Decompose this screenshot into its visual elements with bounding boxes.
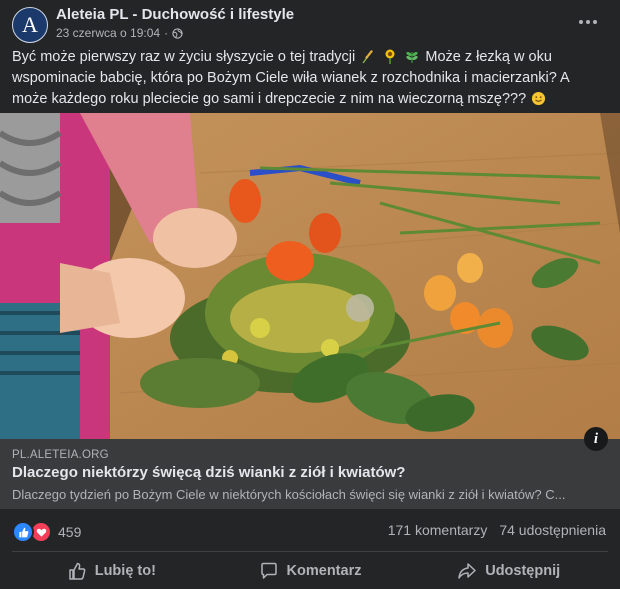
herb-emoji — [406, 51, 419, 63]
comments-count-link[interactable]: 171 komentarzy — [388, 522, 488, 538]
reactions-summary[interactable]: 459 — [12, 521, 81, 543]
link-description: Dlaczego tydzień po Bożym Ciele w niektó… — [12, 487, 566, 502]
like-reaction-icon — [12, 521, 34, 543]
post-text: Być może pierwszy raz w życiu słyszycie … — [12, 47, 608, 110]
more-icon — [579, 20, 583, 24]
wreath-photo — [0, 113, 620, 439]
shares-count-link[interactable]: 74 udostępnienia — [499, 522, 606, 538]
stats-right: 171 komentarzy 74 udostępnienia — [388, 522, 606, 538]
more-icon-dot — [593, 20, 597, 24]
page-name-link[interactable]: Aleteia PL - Duchowość i lifestyle — [56, 6, 294, 23]
comment-icon — [260, 562, 277, 579]
link-preview-card[interactable]: PL.ALETEIA.ORG Dlaczego niektórzy święcą… — [0, 439, 620, 509]
share-icon — [458, 562, 476, 579]
globe-icon — [172, 27, 183, 39]
link-domain: PL.ALETEIA.ORG — [12, 449, 109, 461]
meta-separator: · — [164, 26, 169, 40]
smile-emoji — [532, 91, 546, 106]
like-label: Lubię to! — [94, 562, 156, 579]
thumbs-up-icon — [68, 562, 86, 580]
sunflower-emoji — [385, 49, 395, 64]
info-icon[interactable]: i — [584, 427, 608, 451]
action-bar: Lubię to! Komentarz Udostępnij — [12, 552, 608, 589]
avatar-letter: A — [22, 12, 38, 37]
comment-button[interactable]: Komentarz — [211, 552, 410, 589]
more-icon-dot — [586, 20, 590, 24]
post-date[interactable]: 23 czerwca o 19:04 — [56, 26, 160, 40]
post-text-part1: Być może pierwszy raz w życiu słyszycie … — [12, 49, 356, 65]
comment-label: Komentarz — [286, 562, 362, 579]
avatar[interactable]: A — [12, 7, 48, 43]
post-meta: 23 czerwca o 19:04 · — [56, 26, 183, 40]
post-stats: 459 171 komentarzy 74 udostępnienia — [0, 509, 620, 551]
post-header: A Aleteia PL - Duchowość i lifestyle 23 … — [0, 0, 620, 46]
like-button[interactable]: Lubię to! — [12, 552, 211, 589]
reaction-count: 459 — [58, 524, 82, 540]
link-title[interactable]: Dlaczego niektórzy święcą dziś wianki z … — [12, 464, 405, 481]
share-button[interactable]: Udostępnij — [409, 552, 608, 589]
wheat-emoji — [362, 50, 373, 64]
more-options-button[interactable] — [576, 12, 600, 32]
link-preview-image[interactable] — [0, 113, 620, 439]
share-label: Udostępnij — [485, 562, 561, 579]
